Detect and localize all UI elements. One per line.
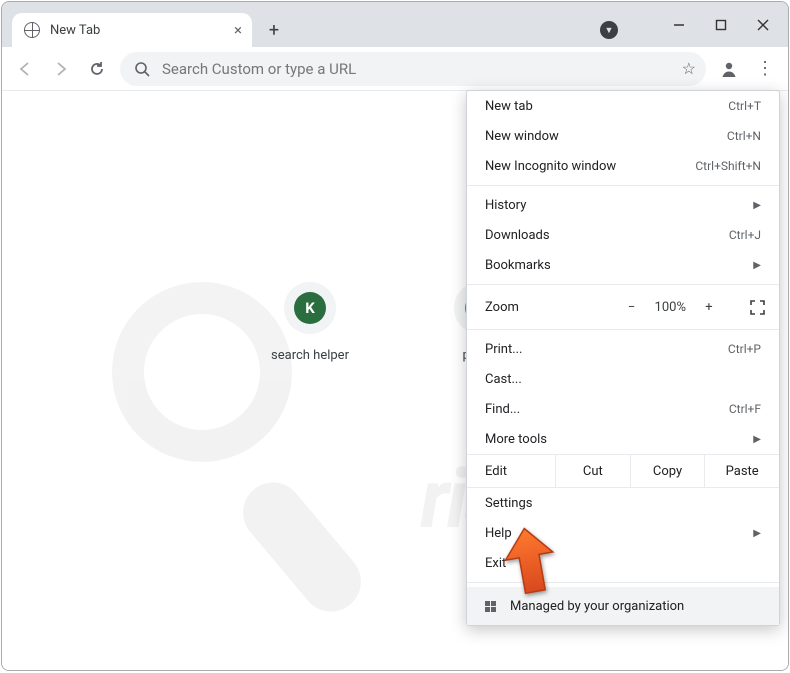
menu-bookmarks[interactable]: Bookmarks▶ [467,250,779,280]
cut-button[interactable]: Cut [555,455,630,487]
zoom-out-button[interactable]: − [621,300,643,315]
menu-print[interactable]: Print...Ctrl+P [467,334,779,364]
minimize-button[interactable] [658,10,700,40]
profile-button[interactable] [712,52,746,86]
close-tab-icon[interactable]: × [234,21,242,39]
zoom-in-button[interactable]: + [698,300,720,315]
chevron-right-icon: ▶ [753,434,761,445]
tab-title: New Tab [50,23,100,38]
menu-find[interactable]: Find...Ctrl+F [467,394,779,424]
omnibox-placeholder: Search Custom or type a URL [162,60,682,78]
close-window-button[interactable] [742,10,784,40]
org-icon [485,601,496,612]
k-badge-icon: K [294,292,326,324]
forward-button[interactable] [44,52,78,86]
new-tab-button[interactable]: + [260,16,288,44]
menu-new-incognito[interactable]: New Incognito windowCtrl+Shift+N [467,151,779,181]
menu-zoom: Zoom − 100% + [467,289,779,325]
window-controls [658,10,784,40]
shortcut-search-helper[interactable]: K search helper [260,282,360,363]
chevron-right-icon: ▶ [753,528,761,539]
titlebar: New Tab × + ▼ [2,2,788,47]
tab-search-icon[interactable]: ▼ [600,21,618,39]
zoom-value: 100% [655,300,686,315]
bookmark-star-icon[interactable]: ☆ [682,59,696,78]
globe-icon [24,22,40,38]
paste-button[interactable]: Paste [704,455,779,487]
edit-label: Edit [467,455,555,487]
menu-history[interactable]: History▶ [467,190,779,220]
reload-button[interactable] [80,52,114,86]
menu-cast[interactable]: Cast... [467,364,779,394]
kebab-menu-button[interactable]: ⋮ [748,52,782,86]
fullscreen-icon[interactable] [750,300,765,315]
address-bar[interactable]: Search Custom or type a URL ☆ [120,52,706,86]
menu-more-tools[interactable]: More tools▶ [467,424,779,454]
chevron-right-icon: ▶ [753,200,761,211]
annotation-arrow-icon [500,526,560,596]
search-icon [134,61,150,77]
back-button[interactable] [8,52,42,86]
menu-new-window[interactable]: New windowCtrl+N [467,121,779,151]
maximize-button[interactable] [700,10,742,40]
menu-edit-row: Edit Cut Copy Paste [467,454,779,488]
chevron-right-icon: ▶ [753,260,761,271]
menu-downloads[interactable]: DownloadsCtrl+J [467,220,779,250]
toolbar: Search Custom or type a URL ☆ ⋮ [2,47,788,91]
shortcut-label: search helper [271,348,349,363]
menu-settings[interactable]: Settings [467,488,779,518]
browser-tab[interactable]: New Tab × [12,13,252,47]
menu-new-tab[interactable]: New tabCtrl+T [467,91,779,121]
copy-button[interactable]: Copy [630,455,705,487]
